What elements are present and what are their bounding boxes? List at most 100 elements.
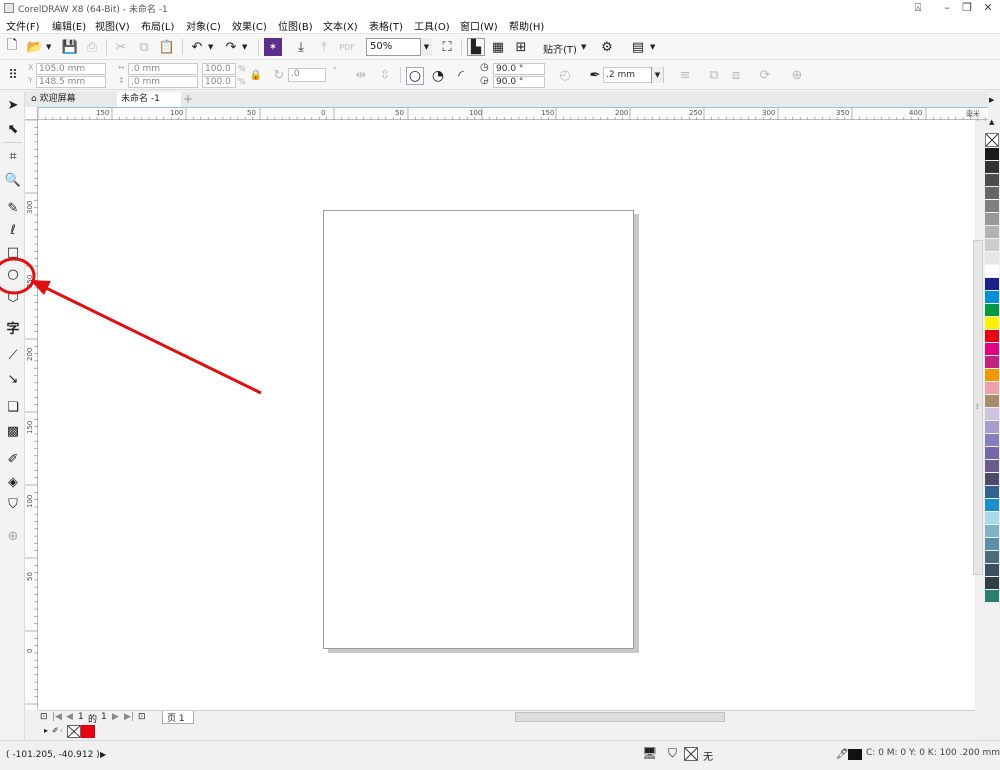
horizontal-scrollbar[interactable]	[515, 712, 725, 722]
palette-swatch[interactable]	[985, 291, 999, 304]
new-document-icon[interactable]: 🗋	[3, 38, 21, 56]
x-position-field[interactable]: 105.0 mm	[36, 63, 106, 75]
scale-width-field[interactable]: 100.0	[202, 63, 236, 75]
menu-bitmap[interactable]: 位图(B)	[278, 18, 313, 33]
copy-icon[interactable]: ⧉	[135, 38, 153, 56]
horizontal-ruler[interactable]: 150 100 50 0 50 100 150 200 250 300 350 …	[38, 107, 988, 121]
rectangle-tool-icon[interactable]: □	[4, 243, 22, 261]
doc-no-color-swatch[interactable]	[67, 725, 81, 738]
add-tab-button[interactable]: +	[181, 92, 195, 107]
palette-swatch[interactable]	[985, 148, 999, 161]
zoom-tool-icon[interactable]: 🔍	[4, 171, 22, 189]
quick-customize-icon[interactable]: ⊕	[788, 66, 806, 84]
add-tool-icon[interactable]: ⊕	[4, 527, 22, 545]
to-back-icon[interactable]: ⧈	[727, 66, 745, 84]
palette-swatch[interactable]	[985, 356, 999, 369]
palette-swatch[interactable]	[985, 447, 999, 460]
interactive-fill-tool-icon[interactable]: ◈	[4, 473, 22, 491]
smart-fill-tool-icon[interactable]: ⛉	[4, 495, 22, 513]
pie-mode-icon[interactable]: ◔	[429, 67, 447, 85]
ruler-origin[interactable]	[25, 107, 38, 120]
shape-tool-icon[interactable]: ⬉	[4, 120, 22, 138]
redo-dropdown-icon[interactable]: ▼	[242, 43, 247, 51]
paste-icon[interactable]: 📋	[158, 38, 176, 56]
page-tab-1[interactable]: 页 1	[162, 711, 194, 724]
snap-to-dropdown[interactable]: 贴齐(T)	[543, 41, 577, 56]
palette-scroll-up-icon[interactable]: ▲	[989, 118, 994, 126]
fill-none-swatch[interactable]	[684, 747, 698, 761]
palette-left-icon[interactable]: ‹	[60, 726, 63, 735]
show-rulers-icon[interactable]: ▙	[467, 38, 485, 56]
palette-swatch[interactable]	[985, 590, 999, 603]
publish-pdf-icon[interactable]: PDF	[338, 38, 356, 56]
palette-swatch[interactable]	[985, 434, 999, 447]
palette-swatch[interactable]	[985, 538, 999, 551]
drop-shadow-tool-icon[interactable]: ❏	[4, 398, 22, 416]
menu-layout[interactable]: 布局(L)	[141, 18, 174, 33]
palette-swatch[interactable]	[985, 564, 999, 577]
open-dropdown-icon[interactable]: ▼	[46, 43, 51, 51]
transparency-tool-icon[interactable]: ▩	[4, 422, 22, 440]
palette-swatch[interactable]	[985, 252, 999, 265]
palette-swatch[interactable]	[985, 278, 999, 291]
palette-swatch[interactable]	[985, 226, 999, 239]
arc-mode-icon[interactable]: ◜	[452, 67, 470, 85]
menu-window[interactable]: 窗口(W)	[460, 18, 498, 33]
palette-grip-icon[interactable]: ⁞	[976, 402, 979, 411]
palette-swatch[interactable]	[985, 187, 999, 200]
mirror-horizontal-icon[interactable]: ⇹	[352, 66, 370, 84]
palette-swatch[interactable]	[985, 395, 999, 408]
rotation-field[interactable]: .0	[288, 68, 326, 82]
import-icon[interactable]: ⤓	[292, 38, 310, 56]
palette-swatch[interactable]	[985, 486, 999, 499]
application-launcher-icon[interactable]: ▤	[629, 38, 647, 56]
eyedropper-tool-icon[interactable]: ✐	[4, 450, 22, 468]
palette-swatch[interactable]	[985, 525, 999, 538]
mirror-vertical-icon[interactable]: ⇳	[376, 66, 394, 84]
menu-file[interactable]: 文件(F)	[6, 18, 40, 33]
crop-tool-icon[interactable]: ⌗	[4, 147, 22, 165]
palette-swatch[interactable]	[985, 174, 999, 187]
lock-ratio-icon[interactable]: 🔒	[247, 66, 265, 84]
drawing-canvas[interactable]	[38, 120, 975, 710]
rotation-icon[interactable]: ↻	[270, 66, 288, 84]
end-angle-field[interactable]: 90.0 °	[493, 76, 545, 88]
palette-swatch[interactable]	[985, 200, 999, 213]
palette-swatch[interactable]	[985, 473, 999, 486]
color-proof-icon[interactable]: 🖥	[642, 746, 657, 760]
show-grid-icon[interactable]: ▦	[489, 38, 507, 56]
menu-text[interactable]: 文本(X)	[323, 18, 358, 33]
eyedropper-icon[interactable]: ✐	[52, 726, 59, 735]
palette-arrow-icon[interactable]: ▸	[44, 726, 48, 735]
palette-swatch[interactable]	[985, 265, 999, 278]
palette-swatch[interactable]	[985, 460, 999, 473]
add-page-after-icon[interactable]: ⊡	[138, 712, 146, 722]
wrap-text-icon[interactable]: ≡	[676, 66, 694, 84]
menu-help[interactable]: 帮助(H)	[509, 18, 544, 33]
search-content-icon[interactable]: ✶	[264, 38, 282, 56]
scale-height-field[interactable]: 100.0	[202, 76, 236, 88]
palette-swatch[interactable]	[985, 577, 999, 590]
palette-swatch[interactable]	[985, 161, 999, 174]
text-tool-icon[interactable]: 字	[4, 318, 22, 337]
full-screen-icon[interactable]: ⛶	[438, 38, 456, 56]
dimension-tool-icon[interactable]: ⟋	[4, 346, 22, 364]
palette-swatch[interactable]	[985, 421, 999, 434]
menu-view[interactable]: 视图(V)	[95, 18, 130, 33]
freehand-tool-icon[interactable]: ✎	[4, 199, 22, 217]
show-guidelines-icon[interactable]: ⊞	[512, 38, 530, 56]
palette-swatch[interactable]	[985, 551, 999, 564]
save-icon[interactable]: 💾	[61, 38, 79, 56]
options-gear-icon[interactable]: ⚙	[598, 38, 616, 56]
tab-document[interactable]: 未命名 -1	[117, 92, 181, 107]
ellipse-tool-icon[interactable]: ○	[4, 265, 22, 283]
open-icon[interactable]: 📂	[26, 38, 44, 56]
undo-dropdown-icon[interactable]: ▼	[208, 43, 213, 51]
palette-swatch[interactable]	[985, 499, 999, 512]
undo-icon[interactable]: ↶	[188, 38, 206, 56]
width-field[interactable]: .0 mm	[128, 63, 198, 75]
last-page-icon[interactable]: ▶|	[124, 712, 134, 722]
document-page[interactable]	[323, 210, 634, 649]
outline-pen-icon[interactable]: ✒	[586, 66, 604, 84]
outline-width-dropdown-icon[interactable]: ▼	[651, 67, 663, 83]
